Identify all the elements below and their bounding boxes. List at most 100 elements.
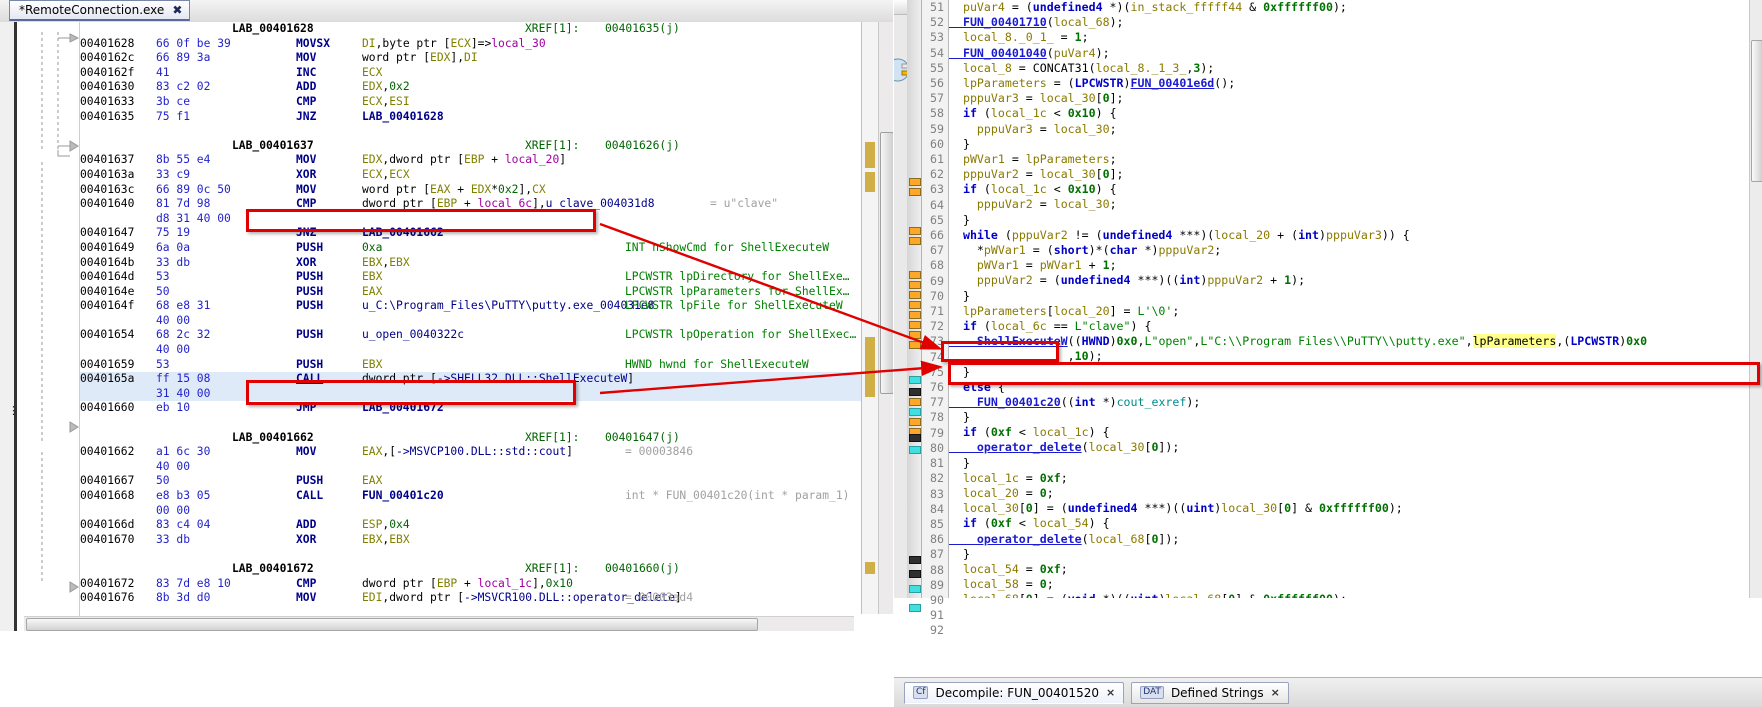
listing-instruction-row[interactable]: 0040165a ff 15 08 CALL dword ptr [->SHELL32… xyxy=(80,372,862,387)
listing-label-row[interactable]: LAB_00401637 XREF[1]: 00401626(j) xyxy=(80,139,862,154)
instruction-operands[interactable]: EBX xyxy=(362,358,382,373)
instruction-operands[interactable]: dword ptr [EBP + local_1c],0x10 xyxy=(362,577,573,592)
instruction-mnemonic[interactable]: ADD xyxy=(296,518,316,533)
decompiler-code-line[interactable]: else { xyxy=(949,380,1750,395)
instruction-mnemonic[interactable]: PUSH xyxy=(296,328,323,343)
instruction-address[interactable]: 00401635 xyxy=(80,110,134,125)
listing-instruction-row[interactable]: 0040163a 33 c9 XOR ECX,ECX xyxy=(80,168,862,183)
instruction-operands[interactable]: ECX,ECX xyxy=(362,168,410,183)
decompiler-code-line[interactable]: pWVar1 = pWVar1 + 1; xyxy=(949,258,1750,273)
listing-bytes-continuation-row[interactable]: 40 00 xyxy=(80,460,862,475)
decompiler-code-line[interactable]: FUN_00401040(puVar4); xyxy=(949,46,1750,61)
listing-instruction-row[interactable]: 0040164f 68 e8 31 PUSH u_C:\Program_Files\P… xyxy=(80,299,862,314)
decompiler-code-line[interactable]: lpParameters[local_20] = L'\0'; xyxy=(949,304,1750,319)
instruction-operands[interactable]: EBX,EBX xyxy=(362,256,410,271)
instruction-address[interactable]: 00401672 xyxy=(80,577,134,592)
instruction-mnemonic[interactable]: CMP xyxy=(296,577,316,592)
decompiler-code-line[interactable]: } xyxy=(949,410,1750,425)
instruction-mnemonic[interactable]: PUSH xyxy=(296,299,323,314)
instruction-mnemonic[interactable]: MOV xyxy=(296,153,316,168)
listing-label-row[interactable]: LAB_00401662 XREF[1]: 00401647(j) xyxy=(80,431,862,446)
decompiler-code-line[interactable]: pWVar1 = lpParameters; xyxy=(949,152,1750,167)
decompiler-code-line[interactable]: if (0xf < local_1c) { xyxy=(949,425,1750,440)
decompiler-code-line[interactable]: } xyxy=(949,137,1750,152)
tab-remoteconnection-exe[interactable]: *RemoteConnection.exe ✖ xyxy=(9,0,191,21)
listing-instruction-row[interactable]: 0040164d 53 PUSH EBX LPCWSTR lpDirectory for… xyxy=(80,270,862,285)
instruction-address[interactable]: 00401670 xyxy=(80,533,134,548)
listing-instruction-row[interactable]: 00401660 eb 10 JMP LAB_00401672 xyxy=(80,401,862,416)
instruction-address[interactable]: 00401662 xyxy=(80,445,134,460)
instruction-address[interactable]: 00401659 xyxy=(80,358,134,373)
instruction-mnemonic[interactable]: MOV xyxy=(296,445,316,460)
listing-instruction-row[interactable]: 0040162c 66 89 3a MOV word ptr [EDX],DI xyxy=(80,51,862,66)
decompiler-code-line[interactable]: puVar4 = (undefined4 *)(in_stack_fffff44… xyxy=(949,0,1750,15)
decompiler-handle-icon[interactable] xyxy=(894,50,908,90)
instruction-operands[interactable]: ESP,0x4 xyxy=(362,518,410,533)
decompiler-code-line[interactable]: if (0xf < local_54) { xyxy=(949,516,1750,531)
listing-instruction-row[interactable]: 00401637 8b 55 e4 MOV EDX,dword ptr [EBP + … xyxy=(80,153,862,168)
instruction-address[interactable]: 0040165a xyxy=(80,372,134,387)
decompiler-code-line[interactable]: } xyxy=(949,289,1750,304)
listing-instruction-row[interactable]: 00401640 81 7d 98 CMP dword ptr [EBP + loca… xyxy=(80,197,862,212)
decompiler-code-line[interactable]: local_20 = 0; xyxy=(949,486,1750,501)
decompiler-code-line[interactable]: lpParameters = (LPCWSTR)FUN_00401e6d(); xyxy=(949,76,1750,91)
instruction-operands[interactable]: EAX,[->MSVCP100.DLL::std::cout] xyxy=(362,445,573,460)
decompiler-code-line[interactable]: } xyxy=(949,213,1750,228)
instruction-address[interactable]: 00401647 xyxy=(80,226,134,241)
instruction-address[interactable]: 0040162f xyxy=(80,66,134,81)
decompiler-code-line[interactable]: local_68[0] = (void *)((uint)local_68[0]… xyxy=(949,592,1750,598)
listing-vertical-scrollbar[interactable] xyxy=(878,22,893,614)
instruction-operands[interactable]: EDX,dword ptr [EBP + local_20] xyxy=(362,153,566,168)
instruction-operands[interactable]: FUN_00401c20 xyxy=(362,489,444,504)
instruction-mnemonic[interactable]: PUSH xyxy=(296,285,323,300)
instruction-mnemonic[interactable]: PUSH xyxy=(296,270,323,285)
decompiler-code-line[interactable]: if (local_1c < 0x10) { xyxy=(949,182,1750,197)
code-label[interactable]: LAB_00401628 xyxy=(232,22,314,37)
instruction-mnemonic[interactable]: PUSH xyxy=(296,241,323,256)
decompiler-code-line[interactable]: local_1c = 0xf; xyxy=(949,471,1750,486)
decompiler-code-line[interactable]: FUN_00401710(local_68); xyxy=(949,15,1750,30)
instruction-mnemonic[interactable]: XOR xyxy=(296,168,316,183)
instruction-operands[interactable]: DI,byte ptr [ECX]=>local_30 xyxy=(362,37,546,52)
decompiler-code-line[interactable]: } xyxy=(949,365,1750,380)
decompiler-code-line[interactable]: local_58 = 0; xyxy=(949,577,1750,592)
instruction-operands[interactable]: dword ptr [EBP + local_6c],u_clave_00403… xyxy=(362,197,655,212)
instruction-address[interactable]: 00401649 xyxy=(80,241,134,256)
decompiler-vertical-scrollbar[interactable] xyxy=(1749,0,1762,598)
code-label[interactable]: LAB_00401662 xyxy=(232,431,314,446)
decompiler-tab-1[interactable]: Cf Decompile: FUN_00401520 × xyxy=(904,681,1125,704)
decompiler-code-line[interactable]: } xyxy=(949,456,1750,471)
decompiler-code-line[interactable]: local_30[0] = (undefined4 ***)((uint)loc… xyxy=(949,501,1750,516)
listing-instruction-row[interactable]: 00401628 66 0f be 39 MOVSX DI,byte ptr [ECX… xyxy=(80,37,862,52)
instruction-operands[interactable]: EBX xyxy=(362,270,382,285)
decompiler-code-line[interactable]: pppuVar3 = local_30[0]; xyxy=(949,91,1750,106)
decompiler-code-line[interactable]: operator_delete(local_30[0]); xyxy=(949,440,1750,455)
instruction-mnemonic[interactable]: ADD xyxy=(296,80,316,95)
close-icon[interactable]: ✖ xyxy=(172,4,182,16)
listing-blank-row[interactable] xyxy=(80,124,862,139)
decompiler-marker-bar[interactable] xyxy=(907,0,922,612)
disassembly-listing[interactable]: LAB_00401628 XREF[1]: 00401635(j) 00401628 6… xyxy=(80,22,862,614)
instruction-address[interactable]: 0040164b xyxy=(80,256,134,271)
instruction-address[interactable]: 00401654 xyxy=(80,328,134,343)
instruction-address[interactable]: 00401630 xyxy=(80,80,134,95)
decompiler-code-line[interactable]: pppuVar2 = local_30; xyxy=(949,197,1750,212)
instruction-mnemonic[interactable]: INC xyxy=(296,66,316,81)
listing-instruction-row[interactable]: 00401633 3b ce CMP ECX,ESI xyxy=(80,95,862,110)
close-icon[interactable]: × xyxy=(1106,686,1115,699)
instruction-operands[interactable]: LAB_00401628 xyxy=(362,110,444,125)
instruction-address[interactable]: 00401660 xyxy=(80,401,134,416)
instruction-address[interactable]: 00401676 xyxy=(80,591,134,606)
listing-instruction-row[interactable]: 00401676 8b 3d d0 MOV EDI,dword ptr [->MSVC… xyxy=(80,591,862,606)
listing-instruction-row[interactable]: 00401630 83 c2 02 ADD EDX,0x2 xyxy=(80,80,862,95)
instruction-address[interactable]: 00401637 xyxy=(80,153,134,168)
decompiler-code-line[interactable]: pppuVar2 = local_30[0]; xyxy=(949,167,1750,182)
listing-instruction-row[interactable]: 00401667 50 PUSH EAX xyxy=(80,474,862,489)
listing-label-row[interactable]: LAB_00401628 XREF[1]: 00401635(j) xyxy=(80,22,862,37)
code-label[interactable]: LAB_00401637 xyxy=(232,139,314,154)
instruction-mnemonic[interactable]: CMP xyxy=(296,95,316,110)
instruction-address[interactable]: 0040162c xyxy=(80,51,134,66)
instruction-mnemonic[interactable]: XOR xyxy=(296,533,316,548)
instruction-address[interactable]: 0040163a xyxy=(80,168,134,183)
instruction-operands[interactable]: dword ptr [->SHELL32.DLL::ShellExecuteW] xyxy=(362,372,634,387)
